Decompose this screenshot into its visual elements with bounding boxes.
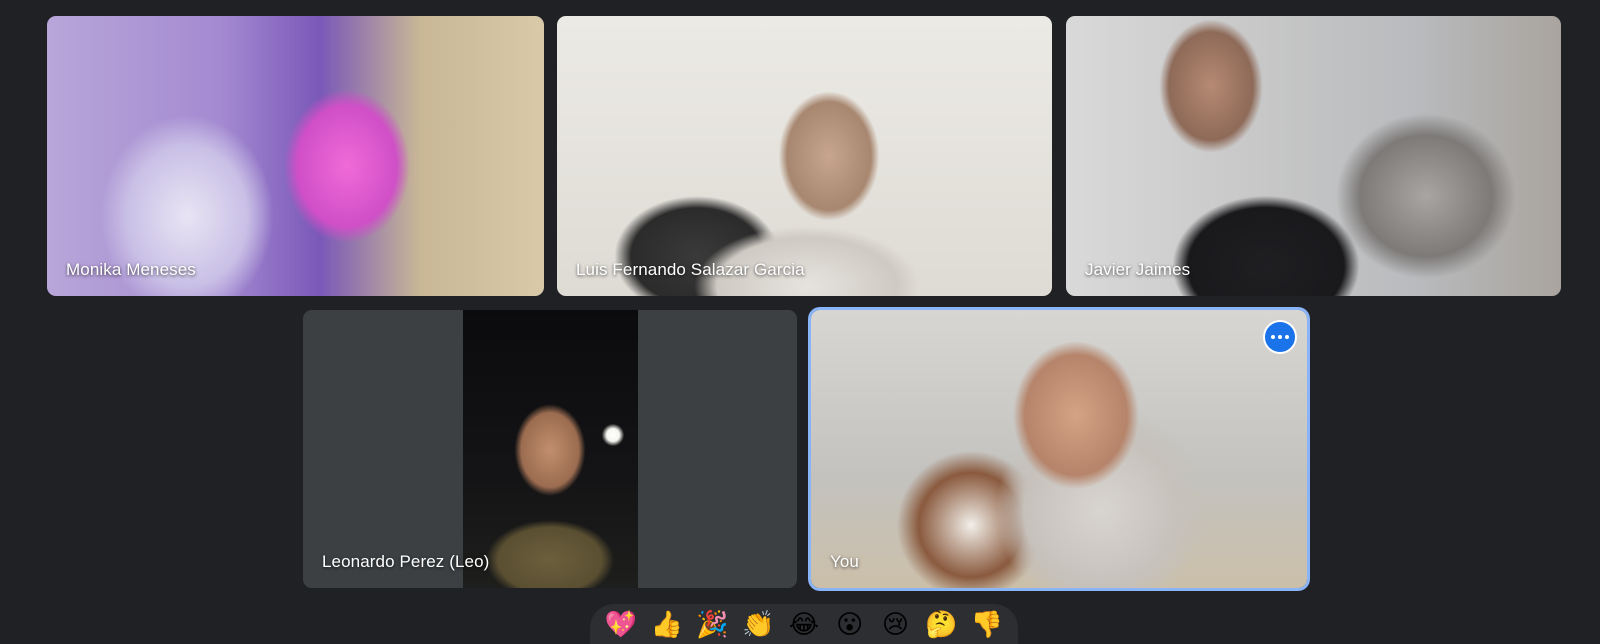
reactions-bar: 💖 👍 🎉 👏 😂 😮 😢 🤔 👎: [590, 604, 1018, 644]
portrait-video: [463, 310, 638, 588]
video-feed: [1066, 16, 1561, 296]
participant-tile-self[interactable]: You: [811, 310, 1307, 588]
participant-tile-luis-fernando-salazar-garcia[interactable]: Luis Fernando Salazar Garcia: [557, 16, 1052, 296]
thumbs-down-icon[interactable]: 👎: [967, 612, 1007, 638]
participant-name: Luis Fernando Salazar Garcia: [576, 260, 805, 279]
sparkling-heart-icon[interactable]: 💖: [601, 612, 641, 638]
participant-tile-leonardo-perez[interactable]: Leonardo Perez (Leo): [303, 310, 797, 588]
participant-name: You: [830, 552, 859, 571]
participant-name: Javier Jaimes: [1085, 260, 1191, 279]
meeting-stage: Monika Meneses Luis Fernando Salazar Gar…: [0, 0, 1600, 644]
more-horizontal-icon: [1278, 335, 1282, 339]
surprised-face-icon[interactable]: 😮: [830, 612, 870, 638]
participant-tile-monika-meneses[interactable]: Monika Meneses: [47, 16, 544, 296]
clapping-hands-icon[interactable]: 👏: [738, 612, 778, 638]
thinking-face-icon[interactable]: 🤔: [921, 612, 961, 638]
tears-of-joy-icon[interactable]: 😂: [784, 612, 824, 638]
video-feed: [47, 16, 544, 296]
participant-name: Leonardo Perez (Leo): [322, 552, 490, 571]
participant-tile-javier-jaimes[interactable]: Javier Jaimes: [1066, 16, 1561, 296]
more-horizontal-icon: [1271, 335, 1275, 339]
more-options-button[interactable]: [1263, 320, 1297, 354]
crying-face-icon[interactable]: 😢: [875, 612, 915, 638]
party-popper-icon[interactable]: 🎉: [692, 612, 732, 638]
video-feed: [811, 310, 1307, 588]
thumbs-up-icon[interactable]: 👍: [647, 612, 687, 638]
participant-name: Monika Meneses: [66, 260, 196, 279]
video-feed: [557, 16, 1052, 296]
video-feed: [303, 310, 797, 588]
more-horizontal-icon: [1285, 335, 1289, 339]
